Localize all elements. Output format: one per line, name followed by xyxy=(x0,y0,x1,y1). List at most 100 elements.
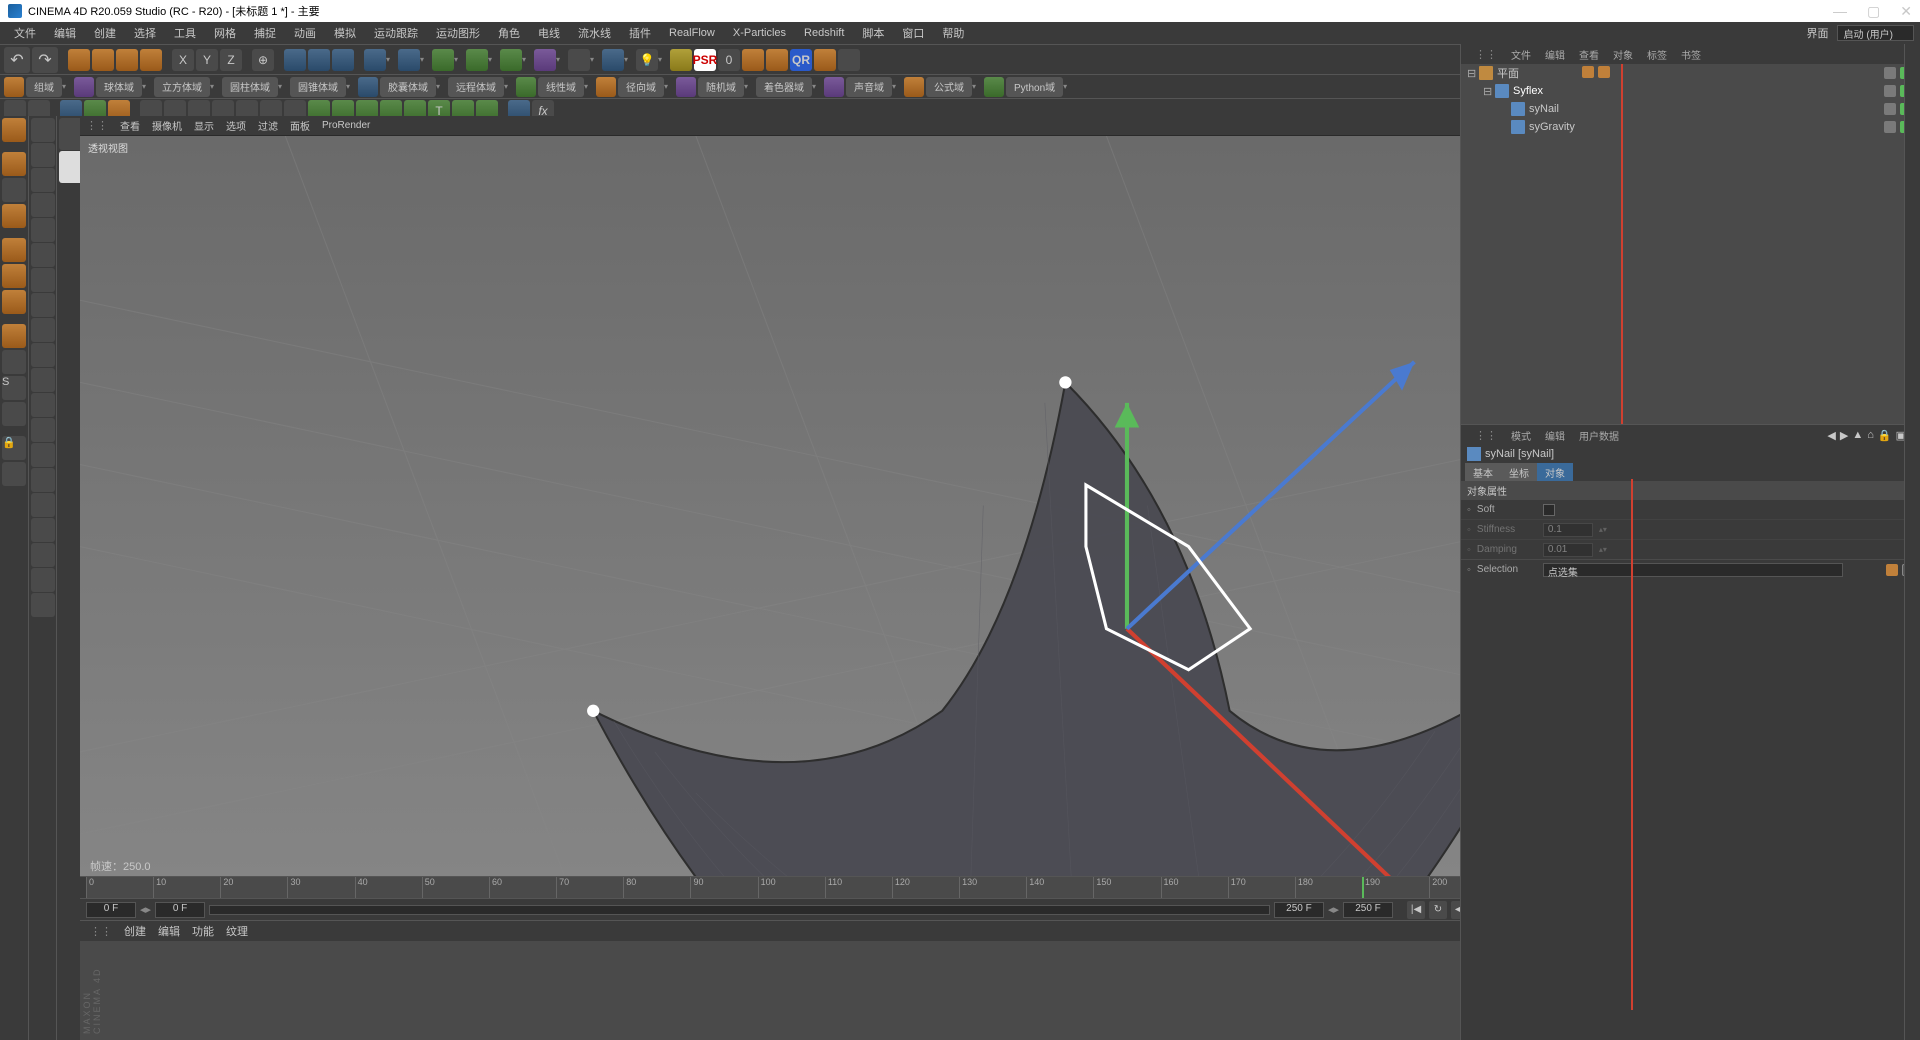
range-start2[interactable]: 0 F xyxy=(155,902,205,918)
field-icon-6[interactable] xyxy=(676,77,696,97)
vm-panel[interactable]: 面板 xyxy=(290,118,310,133)
lock-y[interactable]: Y xyxy=(196,49,218,71)
maximize-button[interactable]: ▢ xyxy=(1867,3,1880,20)
env[interactable] xyxy=(568,49,590,71)
misc-3[interactable] xyxy=(814,49,836,71)
render-settings[interactable] xyxy=(332,49,354,71)
attr-nav-back[interactable]: ◀ xyxy=(1827,429,1835,442)
attr-subtab-object[interactable]: 对象 xyxy=(1537,463,1573,481)
tree-item-synail[interactable]: syNail xyxy=(1461,100,1920,118)
menu-xparticles[interactable]: X-Particles xyxy=(725,25,794,41)
undo-button[interactable]: ↶ xyxy=(4,47,30,73)
menu-animate[interactable]: 动画 xyxy=(286,23,324,43)
menu-simulate[interactable]: 模拟 xyxy=(326,23,364,43)
field-cone[interactable]: 圆锥体域 xyxy=(290,77,346,97)
light[interactable]: 💡 xyxy=(636,49,658,71)
field-linear[interactable]: 线性域 xyxy=(538,77,584,97)
lt2-13[interactable] xyxy=(31,418,55,442)
render-pv[interactable] xyxy=(308,49,330,71)
field-capsule[interactable]: 胶囊体域 xyxy=(380,77,436,97)
field-icon-7[interactable] xyxy=(824,77,844,97)
obj-tab-tags[interactable]: 标签 xyxy=(1647,47,1667,62)
menu-pipeline[interactable]: 流水线 xyxy=(570,23,619,43)
select-tool[interactable] xyxy=(68,49,90,71)
lt2-3[interactable] xyxy=(31,168,55,192)
field-icon-1[interactable] xyxy=(4,77,24,97)
menu-script[interactable]: 脚本 xyxy=(854,23,892,43)
field-remote[interactable]: 远程体域 xyxy=(448,77,504,97)
menu-motiontrack[interactable]: 运动跟踪 xyxy=(366,23,426,43)
lt2-19[interactable] xyxy=(31,568,55,592)
attr-nav-up[interactable]: ▲ xyxy=(1852,429,1863,442)
vm-prorender[interactable]: ProRender xyxy=(322,120,370,131)
menu-select[interactable]: 选择 xyxy=(126,23,164,43)
field-random[interactable]: 随机域 xyxy=(698,77,744,97)
field-icon-8[interactable] xyxy=(904,77,924,97)
obj-tab-edit[interactable]: 编辑 xyxy=(1545,47,1565,62)
tree-item-sygravity[interactable]: syGravity xyxy=(1461,118,1920,136)
attr-lock-icon[interactable]: 🔒 xyxy=(1878,429,1892,442)
misc-4[interactable] xyxy=(838,49,860,71)
field-icon-3[interactable] xyxy=(358,77,378,97)
attr-tab-mode[interactable]: 模式 xyxy=(1511,428,1531,443)
menu-sculpt[interactable]: 电线 xyxy=(530,23,568,43)
snap-mode[interactable]: S xyxy=(2,376,26,400)
timeline-cursor[interactable] xyxy=(1362,877,1364,898)
lt2-10[interactable] xyxy=(31,343,55,367)
obj-tab-bookmarks[interactable]: 书签 xyxy=(1681,47,1701,62)
lt2-12[interactable] xyxy=(31,393,55,417)
attr-damping-input[interactable]: 0.01 xyxy=(1543,543,1593,557)
obj-tab-view[interactable]: 查看 xyxy=(1579,47,1599,62)
lt2-2[interactable] xyxy=(31,143,55,167)
field-group[interactable]: 组域 xyxy=(26,77,62,97)
field-radial[interactable]: 径向域 xyxy=(618,77,664,97)
tag-icon-1[interactable] xyxy=(1582,66,1594,78)
array[interactable] xyxy=(500,49,522,71)
range-end2[interactable]: 250 F xyxy=(1343,902,1393,918)
lt2-8[interactable] xyxy=(31,293,55,317)
attr-soft-checkbox[interactable] xyxy=(1543,504,1555,516)
lt2-14[interactable] xyxy=(31,443,55,467)
align-zero[interactable]: 0 xyxy=(718,49,740,71)
attr-nav-fwd[interactable]: ▶ xyxy=(1840,429,1848,442)
field-shader[interactable]: 着色器域 xyxy=(756,77,812,97)
tree-item-平面[interactable]: ⊟平面 xyxy=(1461,64,1920,82)
lt2-9[interactable] xyxy=(31,318,55,342)
field-sound[interactable]: 声音域 xyxy=(846,77,892,97)
menu-edit[interactable]: 编辑 xyxy=(46,23,84,43)
psr-icon[interactable] xyxy=(670,49,692,71)
field-python[interactable]: Python域 xyxy=(1006,77,1063,97)
scale-tool[interactable] xyxy=(116,49,138,71)
lt2-18[interactable] xyxy=(31,543,55,567)
layout-select[interactable]: 启动 (用户) xyxy=(1837,25,1914,41)
move-tool[interactable] xyxy=(92,49,114,71)
lt2-16[interactable] xyxy=(31,493,55,517)
menu-mograph[interactable]: 运动图形 xyxy=(428,23,488,43)
sds[interactable] xyxy=(466,49,488,71)
mat-tab-func[interactable]: 功能 xyxy=(192,923,214,939)
lock-z[interactable]: Z xyxy=(220,49,242,71)
menu-mesh[interactable]: 网格 xyxy=(206,23,244,43)
vm-view[interactable]: 查看 xyxy=(120,118,140,133)
menu-character[interactable]: 角色 xyxy=(490,23,528,43)
attr-selection-input[interactable]: 点选集 xyxy=(1543,563,1843,577)
menu-plugins[interactable]: 插件 xyxy=(621,23,659,43)
range-end[interactable]: 250 F xyxy=(1274,902,1324,918)
primitive-cube[interactable] xyxy=(364,49,386,71)
coord-system[interactable]: ⊕ xyxy=(252,49,274,71)
workplane-mode[interactable] xyxy=(2,204,26,228)
goto-start[interactable]: |◀ xyxy=(1407,901,1425,919)
field-cyl[interactable]: 圆柱体域 xyxy=(222,77,278,97)
menu-tools[interactable]: 工具 xyxy=(166,23,204,43)
field-sphere[interactable]: 球体域 xyxy=(96,77,142,97)
mat-tab-edit[interactable]: 编辑 xyxy=(158,923,180,939)
deformer[interactable] xyxy=(534,49,556,71)
field-icon-5[interactable] xyxy=(596,77,616,97)
redo-button[interactable]: ↷ xyxy=(32,47,58,73)
misc-1[interactable] xyxy=(742,49,764,71)
field-formula[interactable]: 公式域 xyxy=(926,77,972,97)
poly-mode[interactable] xyxy=(2,290,26,314)
edge-mode[interactable] xyxy=(2,264,26,288)
axis-mode[interactable] xyxy=(2,324,26,348)
loop[interactable]: ↻ xyxy=(1429,901,1447,919)
